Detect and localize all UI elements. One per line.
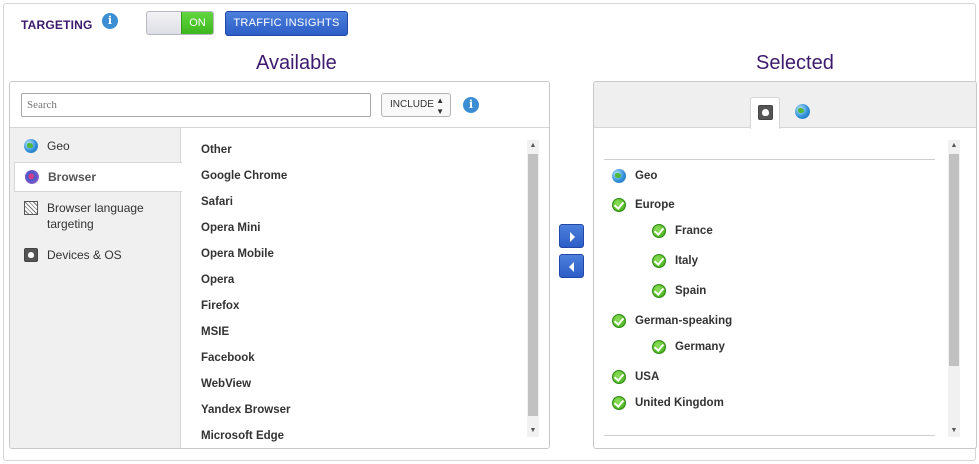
divider — [604, 159, 935, 160]
selected-tabs-bar — [594, 82, 976, 129]
check-icon — [612, 198, 626, 212]
check-icon — [652, 284, 666, 298]
toggle-on-label: ON — [181, 12, 213, 34]
selected-item[interactable]: France — [675, 225, 713, 237]
category-label: Browser — [48, 170, 97, 184]
selected-item[interactable]: Italy — [675, 255, 698, 267]
category-label: Devices & OS — [47, 248, 122, 262]
check-icon — [652, 254, 666, 268]
category-item-browser-language[interactable]: Browser language targeting — [10, 200, 181, 232]
remove-selection-button[interactable] — [559, 254, 584, 278]
language-icon — [24, 201, 38, 215]
include-select[interactable]: INCLUDE ▲ ▼ — [381, 93, 451, 117]
category-item-devices-os[interactable]: Devices & OS — [10, 247, 181, 263]
selected-item[interactable]: USA — [635, 371, 659, 383]
targeting-container: TARGETING i ON TRAFFIC INSIGHTS Availabl… — [3, 3, 977, 461]
scroll-up-icon[interactable]: ▲ — [948, 140, 960, 152]
globe-icon — [612, 169, 626, 183]
list-item[interactable]: MSIE — [201, 326, 229, 338]
info-icon[interactable]: i — [463, 97, 479, 113]
check-icon — [652, 224, 666, 238]
check-icon — [612, 370, 626, 384]
selected-heading: Selected — [756, 52, 834, 74]
selected-item[interactable]: German-speaking — [635, 315, 732, 327]
browser-icon — [25, 170, 39, 184]
category-label: Geo — [47, 139, 70, 153]
selected-panel: Geo Europe France Italy Spain German-spe… — [593, 81, 977, 449]
category-item-geo[interactable]: Geo — [10, 138, 181, 154]
list-item[interactable]: Opera Mini — [201, 222, 260, 234]
selected-item[interactable]: Europe — [635, 199, 675, 211]
list-item[interactable]: Google Chrome — [201, 170, 287, 182]
selected-item[interactable]: United Kingdom — [635, 397, 724, 409]
list-item[interactable]: Opera — [201, 274, 234, 286]
list-item[interactable]: Opera Mobile — [201, 248, 274, 260]
check-icon — [612, 314, 626, 328]
device-icon — [24, 248, 38, 262]
info-icon[interactable]: i — [102, 13, 118, 29]
category-list: Geo Browser Browser language targeting D… — [10, 128, 182, 448]
divider — [604, 435, 935, 436]
list-item[interactable]: Firefox — [201, 300, 239, 312]
targeting-label: TARGETING — [21, 18, 93, 32]
select-arrows-icon: ▲ ▼ — [436, 96, 444, 116]
targeting-toggle[interactable]: ON — [146, 11, 214, 35]
arrow-right-icon — [570, 232, 575, 242]
tab-devices[interactable] — [750, 97, 780, 129]
tab-geo[interactable] — [788, 97, 818, 128]
check-icon — [652, 340, 666, 354]
list-item[interactable]: Safari — [201, 196, 233, 208]
list-item[interactable]: Microsoft Edge — [201, 430, 284, 442]
category-label: Browser language targeting — [47, 201, 144, 231]
globe-icon — [795, 104, 810, 119]
scrollbar-thumb[interactable] — [949, 154, 959, 366]
list-item[interactable]: Other — [201, 144, 232, 156]
add-selection-button[interactable] — [559, 224, 584, 248]
scroll-up-icon[interactable]: ▲ — [527, 140, 539, 152]
scroll-down-icon[interactable]: ▼ — [527, 425, 539, 437]
list-item[interactable]: Yandex Browser — [201, 404, 290, 416]
traffic-insights-button[interactable]: TRAFFIC INSIGHTS — [225, 11, 348, 36]
scrollbar-thumb[interactable] — [528, 154, 538, 416]
arrow-left-icon — [569, 262, 574, 272]
include-select-value: INCLUDE — [390, 99, 434, 110]
check-icon — [612, 396, 626, 410]
search-input[interactable] — [21, 93, 371, 117]
selected-scrollbar[interactable]: ▲ ▼ — [948, 140, 960, 437]
available-heading: Available — [256, 52, 337, 74]
device-icon — [758, 105, 773, 120]
list-item[interactable]: Facebook — [201, 352, 255, 364]
selected-item[interactable]: Spain — [675, 285, 706, 297]
list-item[interactable]: WebView — [201, 378, 251, 390]
category-item-browser[interactable]: Browser — [14, 162, 182, 192]
available-toolbar: INCLUDE ▲▼ i — [10, 82, 549, 128]
selected-item[interactable]: Geo — [635, 170, 657, 182]
selected-item[interactable]: Germany — [675, 341, 725, 353]
globe-icon — [24, 139, 38, 153]
available-scrollbar[interactable]: ▲ ▼ — [527, 140, 539, 437]
scroll-down-icon[interactable]: ▼ — [948, 425, 960, 437]
available-panel: INCLUDE ▲▼ i Geo Browser Browser languag… — [9, 81, 550, 449]
browser-list: Other Google Chrome Safari Opera Mini Op… — [181, 128, 526, 448]
